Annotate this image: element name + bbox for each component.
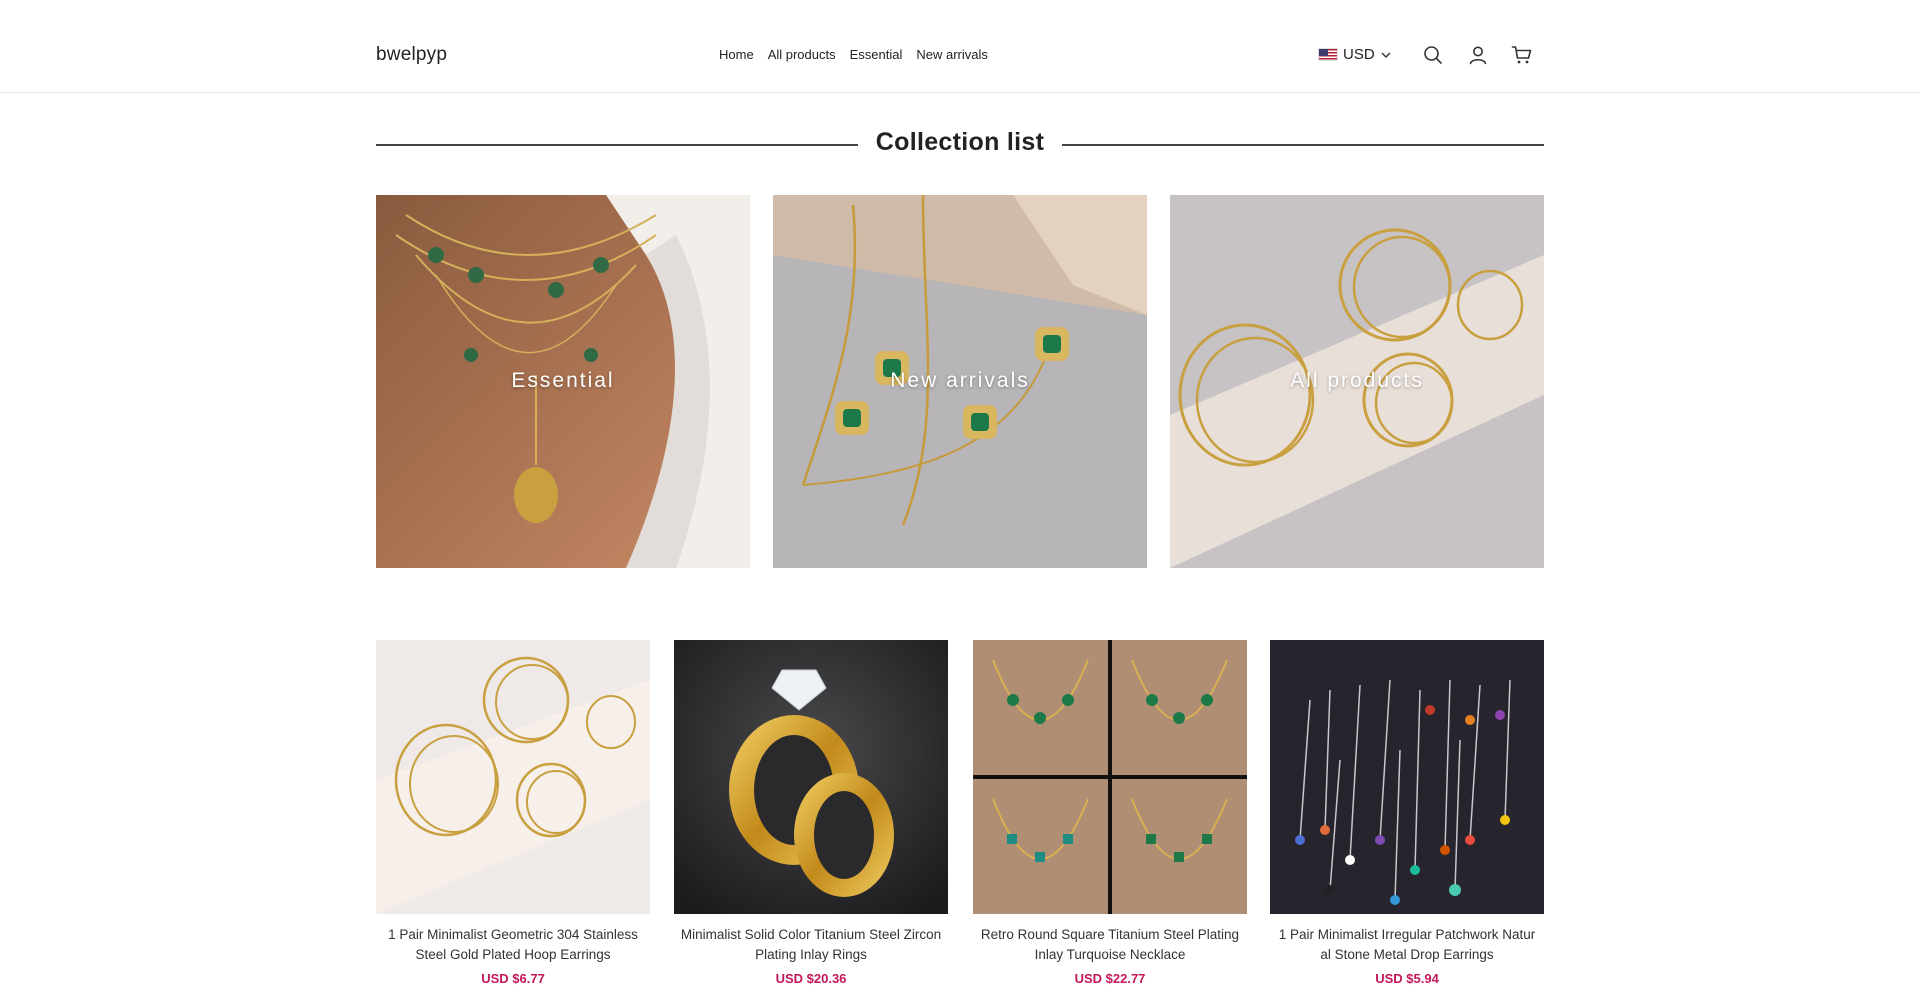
nav-new-arrivals[interactable]: New arrivals	[916, 47, 988, 62]
product-image[interactable]	[376, 640, 650, 914]
collection-tiles: Essential New arrivals All products	[376, 195, 1544, 568]
store-logo[interactable]: bwelpyp	[376, 44, 447, 66]
product-price: USD $20.36	[775, 971, 847, 986]
turquoise-necklace-collage-image	[973, 640, 1247, 914]
collection-tile-essential[interactable]: Essential	[376, 195, 750, 568]
product-card[interactable]: Minimalist Solid Color Titanium Steel Zi…	[674, 640, 948, 986]
product-title[interactable]: 1 Pair Minimalist Irregular Patchwork Na…	[1270, 925, 1544, 965]
gold-rings-image	[674, 640, 948, 914]
product-image[interactable]	[1270, 640, 1544, 914]
collection-tile-label: New arrivals	[890, 369, 1030, 392]
nav-essential[interactable]: Essential	[850, 47, 903, 62]
stone-drop-earrings-image	[1270, 640, 1544, 914]
collection-list-title: Collection list	[857, 128, 1063, 156]
collection-tile-label: All products	[1290, 369, 1424, 392]
collection-tile-all-products[interactable]: All products	[1170, 195, 1544, 568]
currency-label: USD	[1343, 46, 1375, 63]
collection-tile-label: Essential	[511, 369, 615, 392]
product-title[interactable]: Minimalist Solid Color Titanium Steel Zi…	[674, 925, 948, 965]
cart-icon[interactable]	[1510, 43, 1534, 67]
account-icon[interactable]	[1466, 43, 1490, 67]
hoop-earrings-image	[376, 640, 650, 914]
product-card[interactable]: 1 Pair Minimalist Geometric 304 Stainles…	[376, 640, 650, 986]
nav-all-products[interactable]: All products	[768, 47, 836, 62]
collection-tile-new-arrivals[interactable]: New arrivals	[773, 195, 1147, 568]
chevron-down-icon	[1381, 52, 1391, 58]
product-card[interactable]: 1 Pair Minimalist Irregular Patchwork Na…	[1270, 640, 1544, 986]
nav-home[interactable]: Home	[719, 47, 754, 62]
product-image[interactable]	[674, 640, 948, 914]
us-flag-icon	[1318, 48, 1338, 61]
product-image[interactable]	[973, 640, 1247, 914]
product-price: USD $22.77	[1074, 971, 1146, 986]
collection-list-heading: Collection list	[376, 126, 1544, 162]
product-card[interactable]: Retro Round Square Titanium Steel Platin…	[973, 640, 1247, 986]
product-title[interactable]: 1 Pair Minimalist Geometric 304 Stainles…	[376, 925, 650, 965]
product-price: USD $5.94	[1375, 971, 1439, 986]
product-title[interactable]: Retro Round Square Titanium Steel Platin…	[973, 925, 1247, 965]
site-header: bwelpyp Home All products Essential New …	[0, 0, 1920, 93]
search-icon[interactable]	[1421, 43, 1445, 67]
currency-selector[interactable]: USD	[1318, 46, 1392, 63]
main-nav: Home All products Essential New arrivals	[719, 47, 1002, 62]
product-price: USD $6.77	[481, 971, 545, 986]
